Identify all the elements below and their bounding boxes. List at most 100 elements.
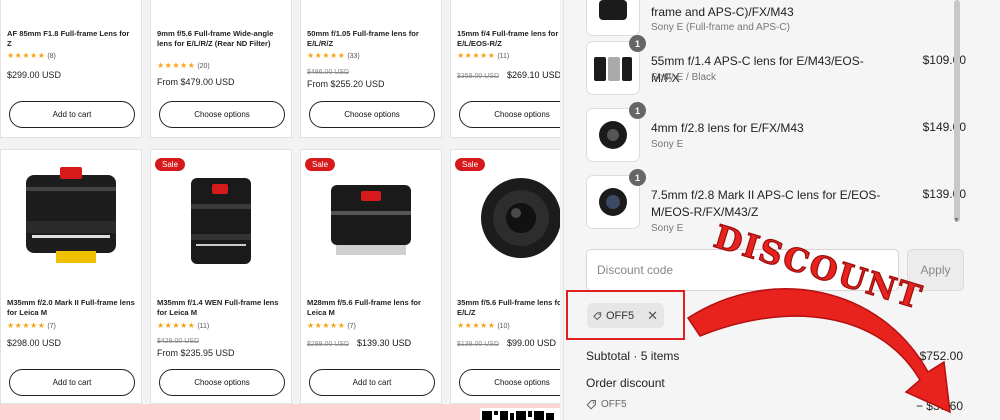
lens-image [191,178,251,264]
apply-button[interactable]: Apply [907,249,964,291]
price-row: $359.00 USD $269.10 USD [457,70,560,80]
product-card[interactable]: AF 85mm F1.8 Full-frame Lens for Z ★★★★★… [0,0,142,138]
sale-badge: Sale [455,158,486,171]
star-rating-icon: ★★★★★ [307,321,346,330]
product-rating: ★★★★★ (7) [7,321,56,330]
add-to-cart-button[interactable]: Add to cart [309,369,435,396]
scroll-down-icon[interactable]: ▼ [953,217,960,225]
remove-code-icon[interactable]: ✕ [647,308,658,324]
lens-image [26,166,116,263]
promo-banner [0,404,560,420]
qr-code-image [480,408,560,420]
lens-image [481,178,560,258]
product-card[interactable]: M35mm f/2.0 Mark II Full-frame lens for … [0,149,142,404]
product-title[interactable]: 35mm f/5.6 Full-frame lens for E/L/Z [457,298,560,318]
star-rating-icon: ★★★★★ [307,51,346,60]
item-variant: Sony E / Black [651,72,717,83]
product-price: $298.00 USD [7,338,62,348]
product-rating: ★★★★★ (33) [307,51,360,60]
review-count: (8) [47,53,56,60]
sale-badge: Sale [305,158,336,171]
item-variant: Sony E [651,139,684,150]
choose-options-button[interactable]: Choose options [159,101,285,128]
product-price: From $479.00 USD [157,77,235,87]
quantity-badge: 1 [629,102,646,119]
product-rating: ★★★★★ (11) [457,51,509,60]
order-discount-code: OFF5 [586,399,627,410]
order-summary-panel: frame and APS-C)/FX/M43 Sony E (Full-fra… [563,0,1000,420]
product-title[interactable]: 50mm f/1.05 Full-frame lens for E/L/R/Z [307,29,435,49]
cart-line-item: 1 4mm f/2.8 lens for E/FX/M43 Sony E $14… [586,102,966,178]
star-rating-icon: ★★★★★ [157,321,196,330]
product-rating: ★★★★★ (20) [157,61,210,70]
product-card[interactable]: 50mm f/1.05 Full-frame lens for E/L/R/Z … [300,0,442,138]
item-name: 4mm f/2.8 lens for E/FX/M43 [651,121,804,135]
original-price: $429.00 USD [157,338,200,345]
original-price: $139.00 USD [457,341,500,348]
subtotal-value: $752.00 [919,349,963,363]
product-card[interactable]: Sale 35mm f/5.6 Full-frame lens for E/L/… [450,149,560,404]
quantity-badge: 1 [629,35,646,52]
discount-code-input[interactable] [586,249,899,291]
order-discount-row: Order discount [586,376,963,390]
original-price: $486.00 USD [307,69,350,76]
order-discount-code-label: OFF5 [601,399,627,410]
item-variant: Sony E (Full-frame and APS-C) [651,22,790,33]
review-count: (11) [497,53,510,60]
item-thumbnail [586,0,640,36]
cart-line-item: 1 55mm f/1.4 APS-C lens for E/M43/EOS-M/… [586,35,966,111]
product-card[interactable]: Sale M28mm f/5.6 Full-frame lens for Lei… [300,149,442,404]
original-price: $299.00 USD [307,341,350,348]
product-title[interactable]: 9mm f/5.6 Full-frame Wide-angle lens for… [157,29,285,49]
price-row: $139.00 USD $99.00 USD [457,338,560,348]
star-rating-icon: ★★★★★ [457,321,496,330]
choose-options-button[interactable]: Choose options [459,369,560,396]
star-rating-icon: ★★★★★ [157,61,196,70]
product-rating: ★★★★★ (8) [7,51,56,60]
product-price: From $235.95 USD [157,348,235,358]
product-rating: ★★★★★ (11) [157,321,209,330]
review-count: (10) [497,323,510,330]
product-rating: ★★★★★ (10) [457,321,510,330]
subtotal-label: Subtotal · 5 items [586,349,680,363]
review-count: (11) [197,323,210,330]
product-title[interactable]: M35mm f/2.0 Mark II Full-frame lens for … [7,298,135,318]
sale-badge: Sale [155,158,186,171]
product-title[interactable]: M35mm f/1.4 WEN Full-frame lens for Leic… [157,298,285,318]
tag-icon [586,400,596,410]
quantity-badge: 1 [629,169,646,186]
add-to-cart-button[interactable]: Add to cart [9,369,135,396]
product-title[interactable]: AF 85mm F1.8 Full-frame Lens for Z [7,29,135,49]
product-image[interactable] [1,150,141,280]
order-discount-label: Order discount [586,376,665,390]
original-price: $359.00 USD [457,73,500,80]
product-card[interactable]: 9mm f/5.6 Full-frame Wide-angle lens for… [150,0,292,138]
product-title[interactable]: 15mm f/4 Full-frame lens for E/L/EOS-R/Z [457,29,560,49]
subtotal-row: Subtotal · 5 items $752.00 [586,349,963,363]
star-rating-icon: ★★★★★ [7,321,46,330]
review-count: (33) [347,53,360,60]
cart-scrollbar[interactable] [954,0,960,222]
item-variant: Sony E [651,223,684,234]
applied-code-label: OFF5 [605,309,635,322]
product-price: $99.00 USD [507,338,557,348]
product-card[interactable]: Sale M35mm f/1.4 WEN Full-frame lens for… [150,149,292,404]
add-to-cart-button[interactable]: Add to cart [9,101,135,128]
product-card[interactable]: 15mm f/4 Full-frame lens for E/L/EOS-R/Z… [450,0,560,138]
product-rating: ★★★★★ (7) [307,321,356,330]
review-count: (7) [347,323,356,330]
product-price: $139.30 USD [357,338,412,348]
choose-options-button[interactable]: Choose options [159,369,285,396]
cart-line-item: 1 7.5mm f/2.8 Mark II APS-C lens for E/E… [586,169,966,245]
product-grid: AF 85mm F1.8 Full-frame Lens for Z ★★★★★… [0,0,560,420]
item-name: frame and APS-C)/FX/M43 [651,5,794,19]
product-price: From $255.20 USD [307,79,385,89]
product-title[interactable]: M28mm f/5.6 Full-frame lens for Leica M [307,298,435,318]
product-price: $269.10 USD [507,70,560,80]
tag-icon [593,311,602,320]
review-count: (20) [197,63,210,70]
product-price: $299.00 USD [7,70,62,80]
choose-options-button[interactable]: Choose options [459,101,560,128]
order-discount-value: − $37.60 [915,399,963,413]
choose-options-button[interactable]: Choose options [309,101,435,128]
